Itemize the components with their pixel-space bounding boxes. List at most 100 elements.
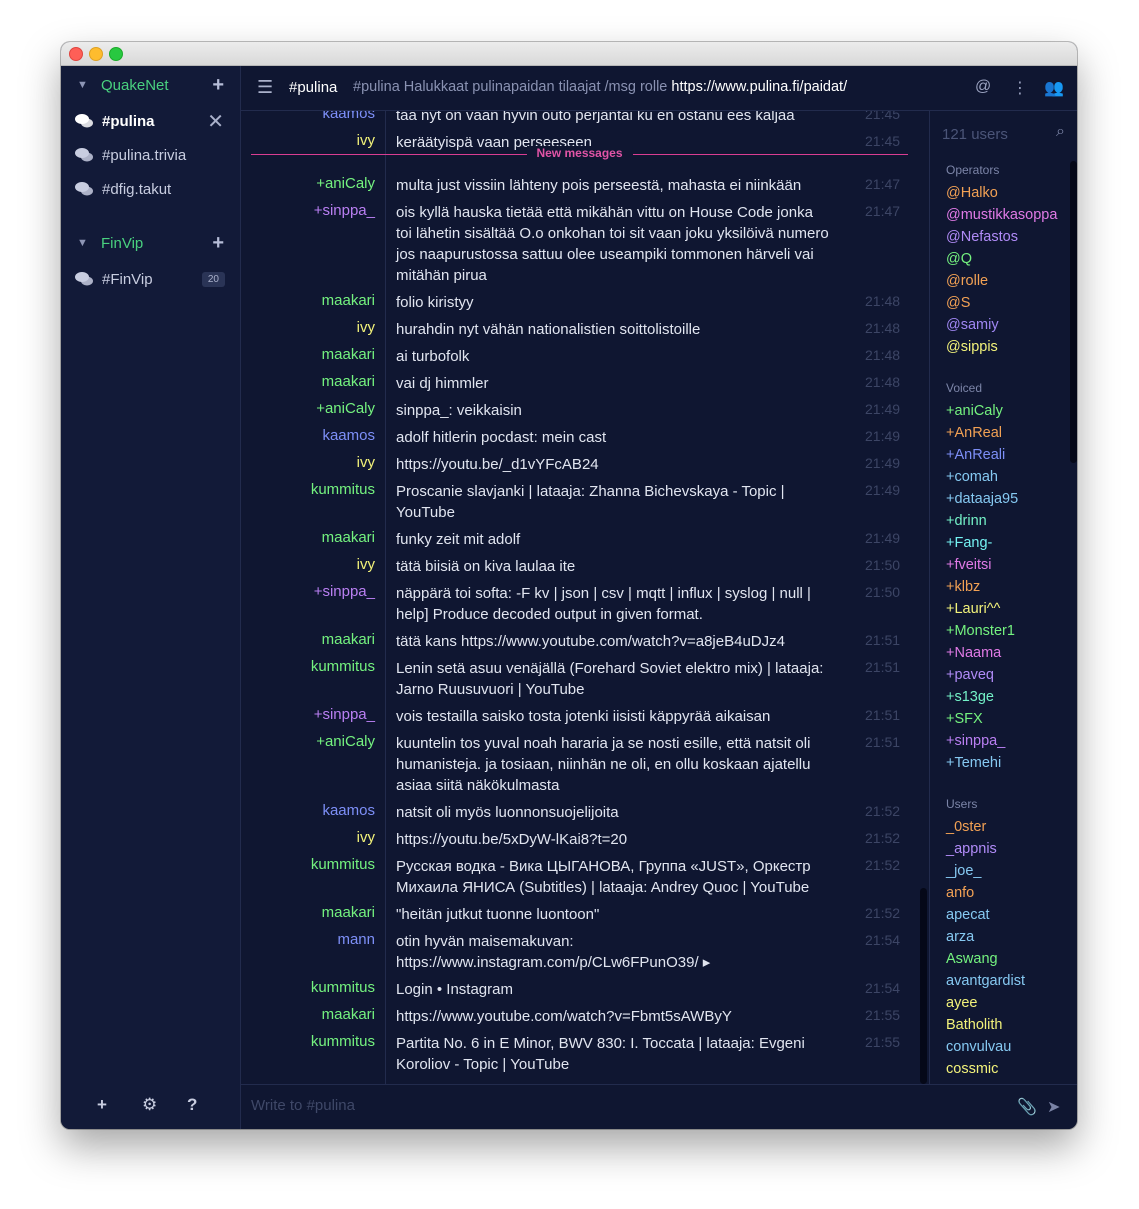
message-line[interactable]: https://youtu.be/_d1vYFcAB24 xyxy=(396,454,846,475)
user-item[interactable]: +paveq xyxy=(946,667,994,683)
message-nick[interactable]: kaamos xyxy=(322,427,375,444)
attachment-icon[interactable]: 📎 xyxy=(1017,1097,1037,1117)
user-item[interactable]: @Nefastos xyxy=(946,229,1018,245)
message-nick[interactable]: +aniCaly xyxy=(316,175,375,192)
user-item[interactable]: @mustikkasoppa xyxy=(946,207,1057,223)
message-nick[interactable]: ivy xyxy=(357,829,375,846)
message-line[interactable]: tätä kans https://www.youtube.com/watch?… xyxy=(396,631,846,652)
message-input[interactable]: Write to #pulina xyxy=(251,1097,355,1114)
more-options-icon[interactable]: ⋮ xyxy=(1012,78,1028,98)
message-nick[interactable]: kummitus xyxy=(311,979,375,996)
user-item[interactable]: Aswang xyxy=(946,951,998,967)
user-item[interactable]: +Monster1 xyxy=(946,623,1015,639)
message-nick[interactable]: +sinppa_ xyxy=(314,706,375,723)
topic-link[interactable]: https://www.pulina.fi/paidat/ xyxy=(671,79,847,95)
network-quakenet[interactable]: ▼ QuakeNet + xyxy=(61,72,240,102)
channel-pulina-trivia[interactable]: #pulina.trivia xyxy=(61,142,240,172)
user-item[interactable]: @sippis xyxy=(946,339,998,355)
user-item[interactable]: @samiy xyxy=(946,317,999,333)
user-item[interactable]: +SFX xyxy=(946,711,983,727)
message-nick[interactable]: maakari xyxy=(322,292,375,309)
user-item[interactable]: cossmic xyxy=(946,1061,998,1077)
user-item[interactable]: +Temehi xyxy=(946,755,1001,771)
close-icon[interactable]: ✕ xyxy=(207,109,224,134)
close-window-button[interactable] xyxy=(69,47,83,61)
message-nick[interactable]: maakari xyxy=(322,904,375,921)
message-nick[interactable]: ivy xyxy=(357,556,375,573)
user-item[interactable]: +Naama xyxy=(946,645,1001,661)
menu-icon[interactable]: ☰ xyxy=(257,77,273,98)
user-item[interactable]: apecat xyxy=(946,907,990,923)
user-list[interactable]: 121 users ⌕ Operators @Halko @mustikkasopp… xyxy=(929,111,1077,1084)
send-icon[interactable]: ➤ xyxy=(1047,1097,1060,1117)
messages-scrollbar[interactable] xyxy=(920,888,927,1084)
add-network-icon[interactable]: + xyxy=(97,1095,107,1115)
zoom-window-button[interactable] xyxy=(109,47,123,61)
message-list[interactable]: kaamos taa nyt on vaan hyvin outo perjant… xyxy=(241,111,928,1084)
user-item[interactable]: arza xyxy=(946,929,974,945)
user-item[interactable]: @Q xyxy=(946,251,972,267)
user-item[interactable]: _joe_ xyxy=(946,863,981,879)
message-nick[interactable]: +aniCaly xyxy=(316,733,375,750)
user-item[interactable]: Batholith xyxy=(946,1017,1002,1033)
channel-pulina[interactable]: #pulina ✕ xyxy=(61,108,240,138)
message-nick[interactable]: maakari xyxy=(322,529,375,546)
join-channel-icon[interactable]: + xyxy=(212,74,224,97)
user-item[interactable]: @Halko xyxy=(946,185,998,201)
caret-down-icon[interactable]: ▼ xyxy=(77,79,88,91)
user-item[interactable]: ayee xyxy=(946,995,977,1011)
user-item[interactable]: +AnReali xyxy=(946,447,1005,463)
message-nick[interactable]: kummitus xyxy=(311,1033,375,1050)
user-item[interactable]: convulvau xyxy=(946,1039,1011,1055)
user-item[interactable]: _appnis xyxy=(946,841,997,857)
user-item[interactable]: _0ster xyxy=(946,819,986,835)
user-item[interactable]: +fveitsi xyxy=(946,557,992,573)
user-item[interactable]: +sinppa_ xyxy=(946,733,1005,749)
user-item[interactable]: +drinn xyxy=(946,513,987,529)
minimize-window-button[interactable] xyxy=(89,47,103,61)
message-line[interactable]: https://youtu.be/5xDyW-lKai8?t=20 xyxy=(396,829,846,850)
user-item[interactable]: +aniCaly xyxy=(946,403,1003,419)
message-nick[interactable]: maakari xyxy=(322,631,375,648)
network-finvip[interactable]: ▼ FinVip + xyxy=(61,230,240,260)
user-item[interactable]: anfo xyxy=(946,885,974,901)
message-nick[interactable]: ivy xyxy=(357,319,375,336)
message-nick[interactable]: mann xyxy=(337,931,375,948)
message-line[interactable]: https://www.youtube.com/watch?v=Fbmt5sAW… xyxy=(396,1006,846,1027)
message-nick[interactable]: +sinppa_ xyxy=(314,583,375,600)
search-icon[interactable]: ⌕ xyxy=(1056,123,1065,141)
userlist-scrollbar[interactable] xyxy=(1070,161,1077,463)
message-nick[interactable]: kummitus xyxy=(311,481,375,498)
message-nick[interactable]: kummitus xyxy=(311,856,375,873)
gear-icon[interactable]: ⚙ xyxy=(142,1095,157,1115)
user-item[interactable]: +Lauri^^ xyxy=(946,601,1000,617)
channel-dfig-takut[interactable]: #dfig.takut xyxy=(61,176,240,206)
message-nick[interactable]: ivy xyxy=(357,132,375,149)
caret-down-icon[interactable]: ▼ xyxy=(77,237,88,249)
composer[interactable]: Write to #pulina 📎 ➤ xyxy=(241,1084,1077,1129)
users-icon[interactable]: 👥 xyxy=(1044,78,1064,98)
user-item[interactable]: +klbz xyxy=(946,579,980,595)
user-item[interactable]: +dataaja95 xyxy=(946,491,1018,507)
channel-finvip[interactable]: #FinVip 20 xyxy=(61,266,240,296)
user-item[interactable]: +comah xyxy=(946,469,998,485)
message-nick[interactable]: kaamos xyxy=(322,802,375,819)
user-item[interactable]: +s13ge xyxy=(946,689,994,705)
message-nick[interactable]: maakari xyxy=(322,1006,375,1023)
mentions-icon[interactable]: @ xyxy=(975,78,991,96)
message-nick[interactable]: maakari xyxy=(322,346,375,363)
message-line[interactable]: https://www.instagram.com/p/CLw6FPunO39/… xyxy=(396,952,846,973)
message-nick[interactable]: +sinppa_ xyxy=(314,202,375,219)
user-item[interactable]: +AnReal xyxy=(946,425,1002,441)
join-channel-icon[interactable]: + xyxy=(212,232,224,255)
message-nick[interactable]: kaamos xyxy=(322,111,375,122)
user-item[interactable]: +Fang- xyxy=(946,535,992,551)
message-nick[interactable]: kummitus xyxy=(311,658,375,675)
user-item[interactable]: @rolle xyxy=(946,273,988,289)
message-nick[interactable]: +aniCaly xyxy=(316,400,375,417)
message-nick[interactable]: ivy xyxy=(357,454,375,471)
help-icon[interactable]: ? xyxy=(187,1095,197,1115)
user-item[interactable]: avantgardist xyxy=(946,973,1025,989)
message-nick[interactable]: maakari xyxy=(322,373,375,390)
user-item[interactable]: @S xyxy=(946,295,970,311)
